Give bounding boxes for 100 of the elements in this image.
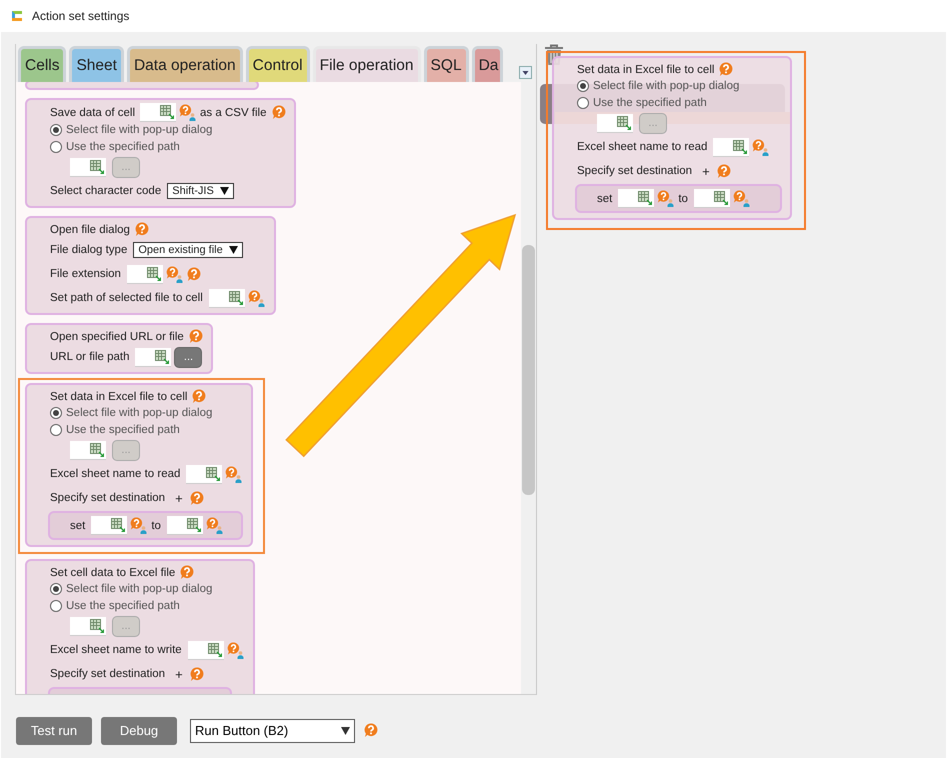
radio-label: Use the specified path (66, 424, 180, 436)
cell-grid-icon (155, 350, 170, 364)
window-title: Action set settings (32, 9, 130, 23)
cell-field[interactable] (70, 616, 106, 636)
help-icon[interactable] (192, 389, 206, 404)
field-label: Select character code (50, 185, 162, 197)
radio-label: Use the specified path (593, 96, 707, 109)
cell-grid-icon (90, 618, 104, 632)
help-icon[interactable] (716, 164, 731, 178)
dropdown-caret-icon (228, 246, 238, 254)
footer-button[interactable]: Debug (101, 716, 177, 744)
card-title: Save data of cell (50, 106, 136, 118)
dropdown[interactable]: Open existing file (133, 242, 243, 258)
help-icon[interactable] (272, 105, 286, 120)
cell-grid-icon (111, 518, 126, 532)
dropdown-caret-icon[interactable] (519, 66, 532, 79)
radio-button[interactable] (50, 583, 62, 596)
help-icon[interactable] (190, 490, 204, 506)
cell-field[interactable] (208, 288, 245, 308)
radio-button[interactable] (50, 600, 62, 612)
help-icon[interactable] (134, 222, 149, 237)
card-title: Set data in Excel file to cell (577, 64, 714, 76)
help-person-icon[interactable] (226, 642, 245, 658)
help-person-icon[interactable] (248, 290, 266, 306)
help-person-icon[interactable] (130, 517, 148, 534)
dropdown[interactable]: Shift-JIS (167, 183, 234, 199)
help-person-icon[interactable] (179, 104, 198, 121)
radio-button[interactable] (50, 424, 62, 436)
help-person-icon[interactable] (732, 190, 751, 207)
cell-grid-icon (206, 466, 220, 480)
add-button[interactable]: + (702, 164, 710, 178)
field-label: URL or file path (50, 351, 130, 363)
help-person-icon[interactable] (752, 138, 770, 156)
card-title: Open specified URL or file (50, 330, 184, 342)
cell-field[interactable] (618, 189, 654, 208)
help-person-icon[interactable] (206, 517, 224, 534)
help-icon[interactable] (190, 666, 204, 682)
dropdown-caret-icon (220, 187, 229, 195)
cell-field[interactable] (70, 440, 106, 460)
cell-field[interactable] (694, 189, 730, 208)
scrollbar-thumb[interactable] (522, 245, 535, 495)
field-label: Specify set destination (577, 165, 692, 177)
cell-field[interactable] (135, 348, 172, 366)
card-title: Set data in Excel file to cell (50, 390, 188, 402)
cell-grid-icon (733, 140, 748, 154)
cell-grid-icon (228, 290, 243, 304)
cell-grid-icon (638, 191, 652, 205)
field-label: Specify set destination (50, 668, 166, 680)
radio-label: Select file with pop-up dialog (66, 407, 212, 420)
add-button[interactable]: + (175, 490, 183, 506)
radio-label: Select file with pop-up dialog (66, 583, 212, 596)
add-button[interactable]: + (175, 666, 183, 682)
card-title: Set cell data to Excel file (50, 566, 176, 578)
category-tab[interactable]: SQL (424, 46, 469, 82)
to-label: to (151, 520, 161, 532)
app-logo-icon (10, 9, 24, 23)
help-icon[interactable] (180, 565, 194, 580)
cell-field[interactable] (140, 103, 176, 122)
help-icon[interactable] (364, 723, 378, 738)
radio-button[interactable] (50, 140, 62, 153)
card-title-suffix: as a CSV file (200, 106, 267, 118)
cell-field[interactable] (186, 464, 222, 484)
category-tab[interactable]: Control (246, 46, 310, 82)
radio-label: Select file with pop-up dialog (593, 80, 740, 92)
card-title: Open file dialog (50, 224, 130, 236)
category-tab[interactable]: Data operation (126, 46, 243, 82)
dropdown-caret-icon (341, 726, 350, 734)
radio-label: Select file with pop-up dialog (66, 124, 212, 136)
help-icon[interactable] (188, 329, 203, 344)
help-person-icon[interactable] (166, 266, 184, 282)
cell-field[interactable] (713, 138, 750, 156)
cell-field[interactable] (126, 264, 163, 284)
cell-grid-icon (90, 160, 104, 174)
radio-button[interactable] (50, 124, 62, 136)
radio-button[interactable] (577, 96, 589, 109)
cell-field[interactable] (91, 516, 128, 535)
help-icon[interactable] (719, 62, 734, 77)
set-label: set (70, 520, 86, 532)
help-icon[interactable] (186, 266, 201, 282)
radio-label: Use the specified path (66, 600, 180, 612)
cell-field[interactable] (70, 158, 106, 176)
category-tab[interactable]: Cells (18, 46, 66, 82)
category-tab[interactable]: Da (472, 46, 504, 82)
help-person-icon[interactable] (657, 190, 676, 207)
category-tab[interactable]: File operation (312, 46, 421, 82)
cell-field[interactable] (597, 114, 633, 132)
category-tab[interactable]: Sheet (69, 46, 124, 82)
to-label: to (678, 192, 688, 204)
cell-field[interactable] (166, 516, 203, 535)
radio-label: Use the specified path (66, 140, 180, 153)
field-label: Excel sheet name to write (50, 644, 182, 656)
footer-button[interactable]: Test run (16, 716, 92, 744)
radio-button[interactable] (50, 407, 62, 420)
browse-button[interactable]: ... (174, 346, 202, 368)
cell-grid-icon (186, 518, 201, 532)
radio-button[interactable] (577, 80, 589, 92)
field-label: Excel sheet name to read (50, 468, 180, 480)
target-dropdown[interactable]: Run Button (B2) (190, 718, 355, 742)
cell-field[interactable] (188, 640, 224, 660)
help-person-icon[interactable] (225, 466, 244, 482)
